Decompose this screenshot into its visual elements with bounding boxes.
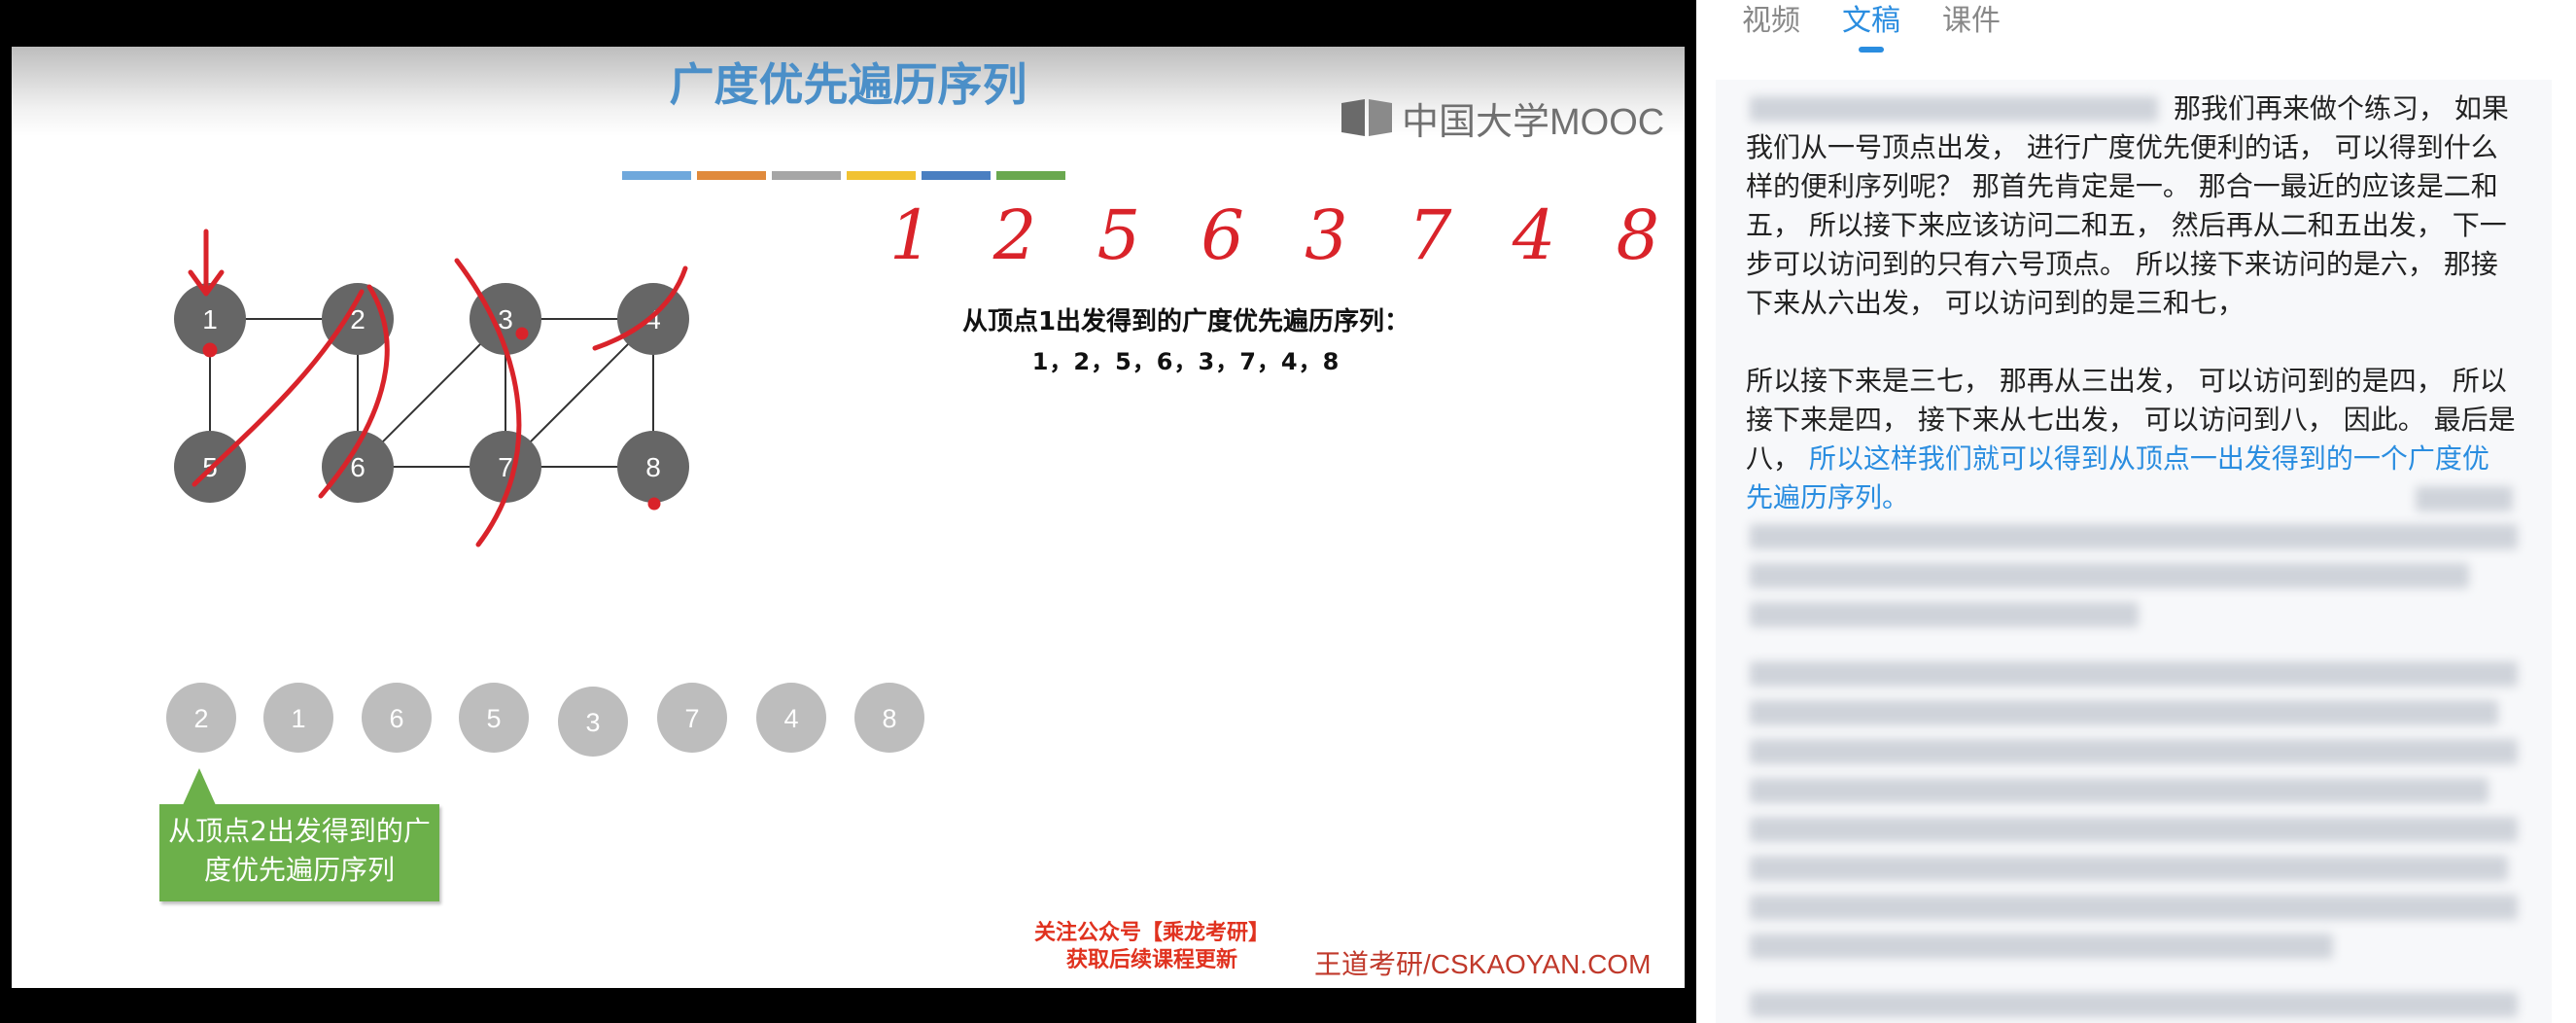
handwritten-sequence: 1 2 5 6 3 7 4 8	[889, 195, 1679, 275]
blurred-line	[1750, 895, 2518, 920]
blurred-line	[1750, 563, 2469, 588]
footer-promo: 关注公众号【乘龙考研】 获取后续课程更新	[1021, 920, 1283, 974]
blurred-line	[1750, 524, 2518, 549]
transcript-current-sentence: 所以这样我们就可以得到从顶点一出发得到的一个广度优先遍历序列。	[1746, 442, 2489, 513]
graph-node-8: 8	[617, 431, 689, 503]
blurred-line	[1750, 778, 2489, 803]
tab-transcript-label: 文稿	[1842, 4, 1900, 38]
annotation-dot	[647, 497, 661, 511]
blurred-line	[1750, 661, 2518, 687]
callout-pointer	[183, 768, 216, 805]
queue-item: 6	[362, 683, 432, 753]
queue-item: 3	[558, 687, 628, 757]
footer-promo-line1: 关注公众号【乘龙考研】	[1033, 921, 1270, 945]
bfs-sequence-label: 从顶点1出发得到的广度优先遍历序列：	[961, 307, 1410, 336]
queue-item-label: 5	[486, 704, 501, 733]
queue-item-label: 7	[684, 704, 699, 733]
annotation-dot	[202, 342, 218, 358]
queue-item: 1	[263, 683, 333, 753]
queue-items: 2 1 6 5 3 7 4 8	[166, 683, 924, 757]
bfs-sequence-value: 1，2，5，6，3，7，4，8	[1031, 348, 1340, 375]
transcript-paragraph-2: 所以接下来是三七， 那再从三出发， 可以访问到的是四， 所以接下来是四， 接下来…	[1746, 362, 2516, 517]
queue-item: 7	[657, 683, 727, 753]
queue-item: 2	[166, 683, 236, 753]
tab-transcript[interactable]: 文稿	[1842, 0, 1900, 53]
blurred-line	[1750, 817, 2518, 842]
transcript-text: 那我们再来做个练习， 如果我们从一号顶点出发， 进行广度优先便利的话， 可以得到…	[1746, 89, 2516, 517]
queue-item-label: 4	[783, 704, 798, 733]
transcript-paragraph-1: 那我们再来做个练习， 如果我们从一号顶点出发， 进行广度优先便利的话， 可以得到…	[1746, 92, 2509, 319]
side-panel: 视频 文稿 课件 那我们再来做个练习， 如果我们从一号顶点出发， 进行广度优先便…	[1696, 0, 2576, 1023]
tab-video[interactable]: 视频	[1742, 0, 1800, 43]
video-player[interactable]: 广度优先遍历序列 中国大学MOOC 1 2 3 4 5 6 7 8 1 2 5 …	[0, 0, 1696, 1023]
handwritten-annotations	[188, 229, 688, 547]
node-label: 1	[202, 304, 218, 335]
queue-item-label: 3	[585, 708, 600, 737]
queue-item-label: 1	[291, 704, 305, 733]
active-tab-indicator	[1859, 47, 1884, 53]
footer-promo-line2: 获取后续课程更新	[1065, 948, 1237, 972]
tab-courseware[interactable]: 课件	[1942, 0, 2001, 43]
footer-brand: 王道考研/CSKAOYAN.COM	[1314, 949, 1652, 979]
transcript-area[interactable]: 那我们再来做个练习， 如果我们从一号顶点出发， 进行广度优先便利的话， 可以得到…	[1716, 80, 2552, 1023]
blurred-line	[1750, 700, 2498, 725]
node-label: 8	[645, 452, 661, 482]
queue-item-label: 8	[882, 704, 896, 733]
panel-tabs: 视频 文稿 课件	[1742, 0, 2001, 53]
queue-item: 5	[459, 683, 529, 753]
blurred-line	[1750, 602, 2139, 627]
queue-item-label: 2	[193, 704, 208, 733]
queue-item-label: 6	[389, 704, 403, 733]
blurred-line	[1750, 856, 2508, 881]
blurred-line	[1750, 739, 2518, 764]
queue-item: 4	[756, 683, 826, 753]
blurred-line	[1750, 934, 2333, 959]
annotation-dot	[515, 327, 529, 340]
queue-item: 8	[854, 683, 924, 753]
callout-box: 从顶点2出发得到的广度优先遍历序列	[159, 804, 439, 901]
graph-node-4: 4	[617, 283, 689, 355]
graph-edges	[209, 318, 654, 468]
blurred-line	[1750, 992, 2518, 1017]
